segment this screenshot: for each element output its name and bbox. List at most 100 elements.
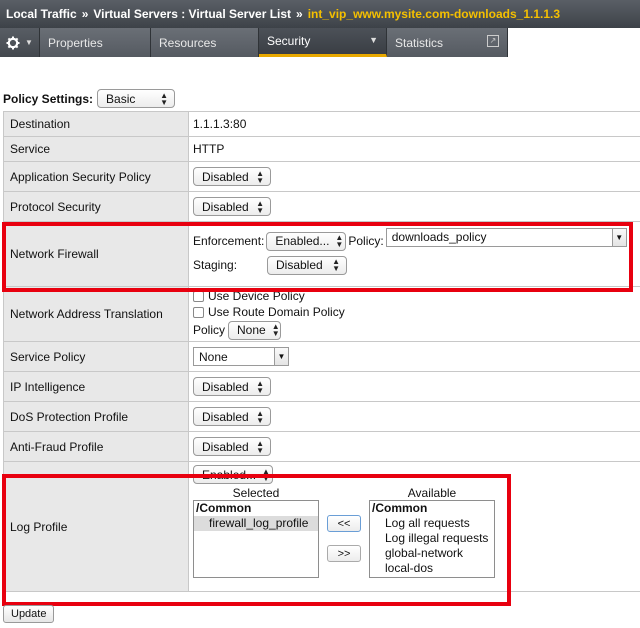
service-policy-combo[interactable]: None ▼: [193, 347, 289, 366]
update-button[interactable]: Update: [3, 605, 55, 623]
nat-policy-select[interactable]: None ▲ ▼: [228, 320, 282, 340]
row-value: Disabled ▲ ▼: [189, 192, 640, 221]
use-device-policy-line: Use Device Policy: [193, 288, 305, 304]
tab-label: Statistics: [395, 35, 444, 50]
updown-arrows-icon: ▲ ▼: [256, 198, 264, 215]
select-value: Disabled: [202, 409, 249, 424]
row-label: Service: [3, 137, 189, 161]
row-value: Use Device Policy Use Route Domain Polic…: [189, 287, 640, 341]
dos-profile-select[interactable]: Disabled ▲ ▼: [193, 407, 271, 426]
select-value: Disabled: [202, 379, 249, 394]
updown-arrows-icon: ▲ ▼: [271, 322, 280, 338]
select-value: Disabled: [202, 199, 249, 214]
available-header: Available: [407, 486, 457, 500]
use-route-domain-policy-line: Use Route Domain Policy: [193, 304, 345, 320]
move-buttons: << >>: [319, 487, 369, 578]
list-item[interactable]: Log all requests: [370, 516, 494, 531]
selected-header: Selected: [232, 486, 280, 500]
service-value: HTTP: [193, 142, 225, 156]
use-route-domain-policy-checkbox[interactable]: [193, 306, 204, 318]
log-profile-state-select[interactable]: Enabled... ▲ ▼: [193, 465, 273, 484]
staging-line: Staging: Disabled ▲ ▼: [193, 252, 347, 278]
row-destination: Destination 1.1.1.3:80: [3, 112, 640, 137]
row-label: Network Firewall: [3, 222, 189, 286]
tab-properties[interactable]: Properties: [40, 28, 151, 57]
enforcement-select[interactable]: Enabled... ▲ ▼: [266, 231, 347, 251]
combo-value: downloads_policy: [391, 230, 487, 244]
list-item[interactable]: firewall_log_profile: [194, 516, 318, 531]
breadcrumb-separator: »: [296, 7, 303, 21]
row-label: Application Security Policy: [3, 162, 189, 191]
policy-settings: Policy Settings: Basic ▲ ▼: [3, 89, 176, 108]
gear-icon: [6, 36, 20, 49]
chevron-down-icon: ▼: [369, 35, 378, 45]
select-value: Enabled...: [275, 234, 330, 248]
list-group: /Common: [372, 501, 428, 515]
nat-policy-label: Policy: [193, 323, 226, 337]
use-device-policy-checkbox[interactable]: [193, 290, 204, 302]
breadcrumb-virtual-server-list[interactable]: Virtual Servers : Virtual Server List: [93, 7, 291, 21]
updown-arrows-icon: ▲ ▼: [160, 90, 169, 107]
combo-value: None: [199, 349, 228, 364]
staging-select[interactable]: Disabled ▲ ▼: [267, 255, 347, 275]
move-left-button[interactable]: <<: [327, 515, 361, 532]
breadcrumb-local-traffic[interactable]: Local Traffic: [6, 7, 77, 21]
list-item[interactable]: global-network: [370, 546, 494, 561]
available-column: Available /Common Log all requests Log i…: [369, 487, 495, 578]
popout-icon[interactable]: ↗: [487, 35, 499, 47]
tab-label: Security: [267, 34, 311, 48]
protocol-security-select[interactable]: Disabled ▲ ▼: [193, 197, 271, 216]
row-label: Network Address Translation: [3, 287, 189, 341]
updown-arrows-icon: ▲ ▼: [335, 233, 344, 249]
select-value: Enabled...: [202, 467, 257, 482]
row-protocol-security: Protocol Security Disabled ▲ ▼: [3, 192, 640, 222]
select-value: Disabled: [202, 169, 249, 184]
breadcrumb-separator: »: [81, 7, 89, 21]
row-service: Service HTTP: [3, 137, 640, 162]
chevron-down-icon[interactable]: ▼: [611, 228, 626, 246]
updown-arrows-icon: ▲ ▼: [256, 438, 264, 455]
policy-settings-select[interactable]: Basic ▲ ▼: [97, 89, 176, 108]
updown-arrows-icon: ▲ ▼: [256, 168, 264, 185]
updown-arrows-icon: ▲ ▼: [262, 466, 270, 483]
row-label: DoS Protection Profile: [3, 402, 189, 431]
move-right-button[interactable]: >>: [327, 545, 361, 562]
row-anti-fraud-profile: Anti-Fraud Profile Disabled ▲ ▼: [3, 432, 640, 462]
staging-label: Staging:: [193, 258, 238, 272]
updown-arrows-icon: ▲ ▼: [332, 257, 340, 273]
enforcement-line: Enforcement: Enabled... ▲ ▼ Policy: downl…: [193, 227, 627, 252]
tab-statistics[interactable]: Statistics ↗: [387, 28, 508, 57]
log-profile-lists: Selected /Common firewall_log_profile <<…: [193, 487, 640, 578]
tab-gear-menu[interactable]: ▼: [0, 28, 40, 57]
enforcement-label: Enforcement:: [193, 234, 265, 248]
tab-label: Properties: [48, 35, 103, 50]
list-item[interactable]: local-dos: [370, 561, 494, 576]
checkbox-label: Use Device Policy: [208, 289, 305, 303]
row-value: Disabled ▲ ▼: [189, 432, 640, 461]
ip-intelligence-select[interactable]: Disabled ▲ ▼: [193, 377, 271, 396]
tab-security[interactable]: Security ▼: [259, 28, 387, 57]
available-listbox[interactable]: /Common Log all requests Log illegal req…: [369, 500, 495, 578]
updown-arrows-icon: ▲ ▼: [256, 378, 264, 395]
breadcrumb-current: int_vip_www.mysite.com-downloads_1.1.1.3: [307, 7, 561, 21]
row-value: Disabled ▲ ▼: [189, 162, 640, 191]
tab-resources[interactable]: Resources: [151, 28, 259, 57]
anti-fraud-select[interactable]: Disabled ▲ ▼: [193, 437, 271, 456]
list-item[interactable]: Log illegal requests: [370, 531, 494, 546]
select-value: Disabled: [202, 439, 249, 454]
row-network-firewall: Network Firewall Enforcement: Enabled...…: [3, 222, 640, 287]
selected-column: Selected /Common firewall_log_profile: [193, 487, 319, 578]
tab-bar: ▼ Properties Resources Security ▼ Statis…: [0, 28, 640, 58]
row-label: Anti-Fraud Profile: [3, 432, 189, 461]
asp-select[interactable]: Disabled ▲ ▼: [193, 167, 271, 186]
row-label: Log Profile: [3, 462, 189, 591]
security-settings-table: Destination 1.1.1.3:80 Service HTTP Appl…: [3, 111, 640, 592]
firewall-policy-combo[interactable]: downloads_policy ▼: [385, 227, 627, 247]
row-label: Destination: [3, 112, 189, 136]
chevron-down-icon[interactable]: ▼: [274, 348, 288, 365]
select-value: Basic: [106, 91, 136, 106]
policy-settings-label: Policy Settings:: [3, 91, 94, 106]
breadcrumb: Local Traffic » Virtual Servers : Virtua…: [0, 0, 640, 28]
selected-listbox[interactable]: /Common firewall_log_profile: [193, 500, 319, 578]
list-group: /Common: [196, 501, 252, 515]
